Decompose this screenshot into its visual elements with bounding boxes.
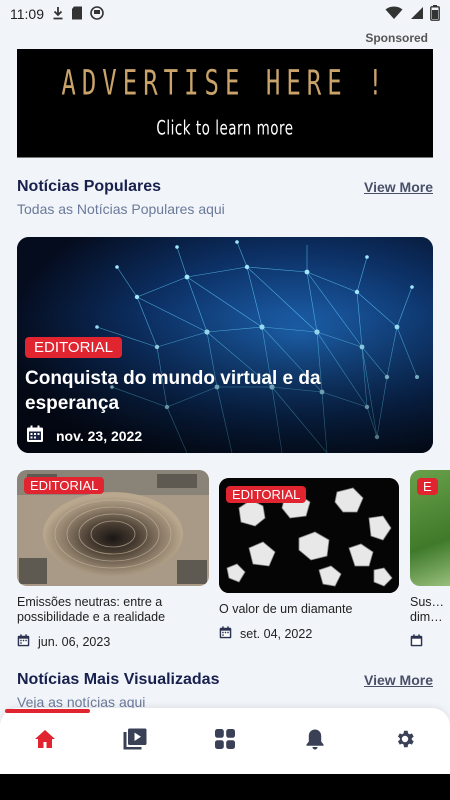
home-icon <box>34 729 56 754</box>
status-time: 11:09 <box>10 6 44 22</box>
active-tab-indicator <box>5 709 90 713</box>
featured-article-date-row: nov. 23, 2022 <box>26 425 142 446</box>
calendar-icon <box>410 634 423 650</box>
featured-article-title: Conquista do mundo virtual e da esperanç… <box>25 368 321 414</box>
ad-subline: Click to learn more <box>156 116 294 140</box>
featured-article-card[interactable]: EDITORIAL Conquista do mundo virtual e d… <box>17 237 433 453</box>
card-category-badge: EDITORIAL <box>24 477 105 494</box>
nav-videos[interactable] <box>105 711 165 771</box>
calendar-icon <box>17 634 30 650</box>
card-date-row: set. 04, 2022 <box>219 626 312 642</box>
bell-icon <box>305 728 325 755</box>
sponsored-label: Sponsored <box>365 31 428 45</box>
video-library-icon <box>123 728 147 755</box>
nav-categories[interactable] <box>195 711 255 771</box>
grid-icon <box>215 728 235 754</box>
wifi-icon <box>385 6 403 23</box>
download-icon <box>52 6 64 23</box>
news-card[interactable]: E Sus… dim… <box>410 470 450 655</box>
news-card[interactable]: EDITORIAL Emissões neutras: entre a poss… <box>17 470 209 655</box>
card-title: Sus… dim… <box>410 595 445 624</box>
featured-date-text: nov. 23, 2022 <box>56 427 143 444</box>
news-card[interactable]: EDITORIAL O valor de um diamante set. 04… <box>219 478 399 648</box>
nav-home[interactable] <box>15 711 75 771</box>
most-viewed-view-more-link[interactable]: View More <box>364 672 433 688</box>
settings-icon <box>394 728 416 755</box>
bottom-navigation <box>0 708 450 774</box>
signal-icon <box>409 6 424 23</box>
popular-news-subtitle: Todas as Notícias Populares aqui <box>17 201 225 217</box>
status-bar: 11:09 <box>0 0 450 28</box>
nav-settings[interactable] <box>375 711 435 771</box>
calendar-icon <box>26 425 44 446</box>
card-date-row <box>410 634 423 650</box>
card-category-badge: E <box>417 478 438 495</box>
popular-news-title: Notícias Populares <box>17 178 162 195</box>
card-title: Emissões neutras: entre a possibilidade … <box>17 595 166 624</box>
app-status-icon <box>90 5 104 23</box>
popular-view-more-link[interactable]: View More <box>364 179 433 195</box>
calendar-icon <box>219 626 232 642</box>
card-date-row: jun. 06, 2023 <box>17 634 110 650</box>
card-category-badge: EDITORIAL <box>226 486 307 503</box>
featured-category-badge: EDITORIAL <box>25 337 122 358</box>
card-title: O valor de um diamante <box>219 602 353 616</box>
most-viewed-title: Notícias Mais Visualizadas <box>17 671 220 688</box>
ad-headline: ADVERTISE HERE ! <box>61 62 389 104</box>
ad-banner[interactable]: ADVERTISE HERE ! Click to learn more <box>17 49 433 158</box>
sd-card-icon <box>71 6 83 23</box>
system-navigation-bar <box>0 774 450 800</box>
card-date-text: set. 04, 2022 <box>240 627 313 641</box>
card-date-text: jun. 06, 2023 <box>38 635 111 649</box>
nav-notifications[interactable] <box>285 711 345 771</box>
battery-icon <box>430 4 440 24</box>
